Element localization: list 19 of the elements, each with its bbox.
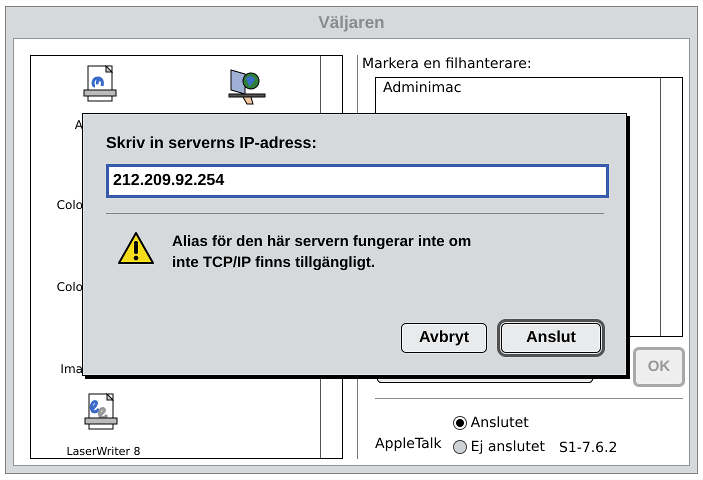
device-label: Ima xyxy=(60,362,83,376)
radio-button[interactable] xyxy=(452,416,467,430)
radio-option[interactable]: Ej anslutet xyxy=(452,435,545,459)
server-item[interactable]: Adminimac xyxy=(376,79,660,97)
version-text: S1-7.6.2 xyxy=(558,439,618,458)
radio-button[interactable] xyxy=(452,440,467,454)
dialog-button[interactable]: Avbryt xyxy=(401,323,487,353)
prompt-text: Skriv in serverns IP-adress: xyxy=(106,134,318,154)
radio-option[interactable]: Anslutet xyxy=(452,411,545,435)
device-label: A xyxy=(74,118,83,132)
warning-icon xyxy=(118,231,154,265)
warning-text: Alias för den här servern fungerar inte om inte TCP/IP finns tillgängligt. xyxy=(172,232,472,273)
list-label: Markera en filhanterare: xyxy=(362,55,533,73)
window-title: Väljaren xyxy=(317,12,386,34)
ip-address-field[interactable]: 212.209.92.254 xyxy=(106,164,609,198)
appletalk-label: AppleTalk xyxy=(375,435,442,454)
device-label: Colo xyxy=(56,198,83,212)
device-label[interactable]: LaserWriter 8 xyxy=(66,444,140,460)
device-label: Colo xyxy=(56,280,83,294)
